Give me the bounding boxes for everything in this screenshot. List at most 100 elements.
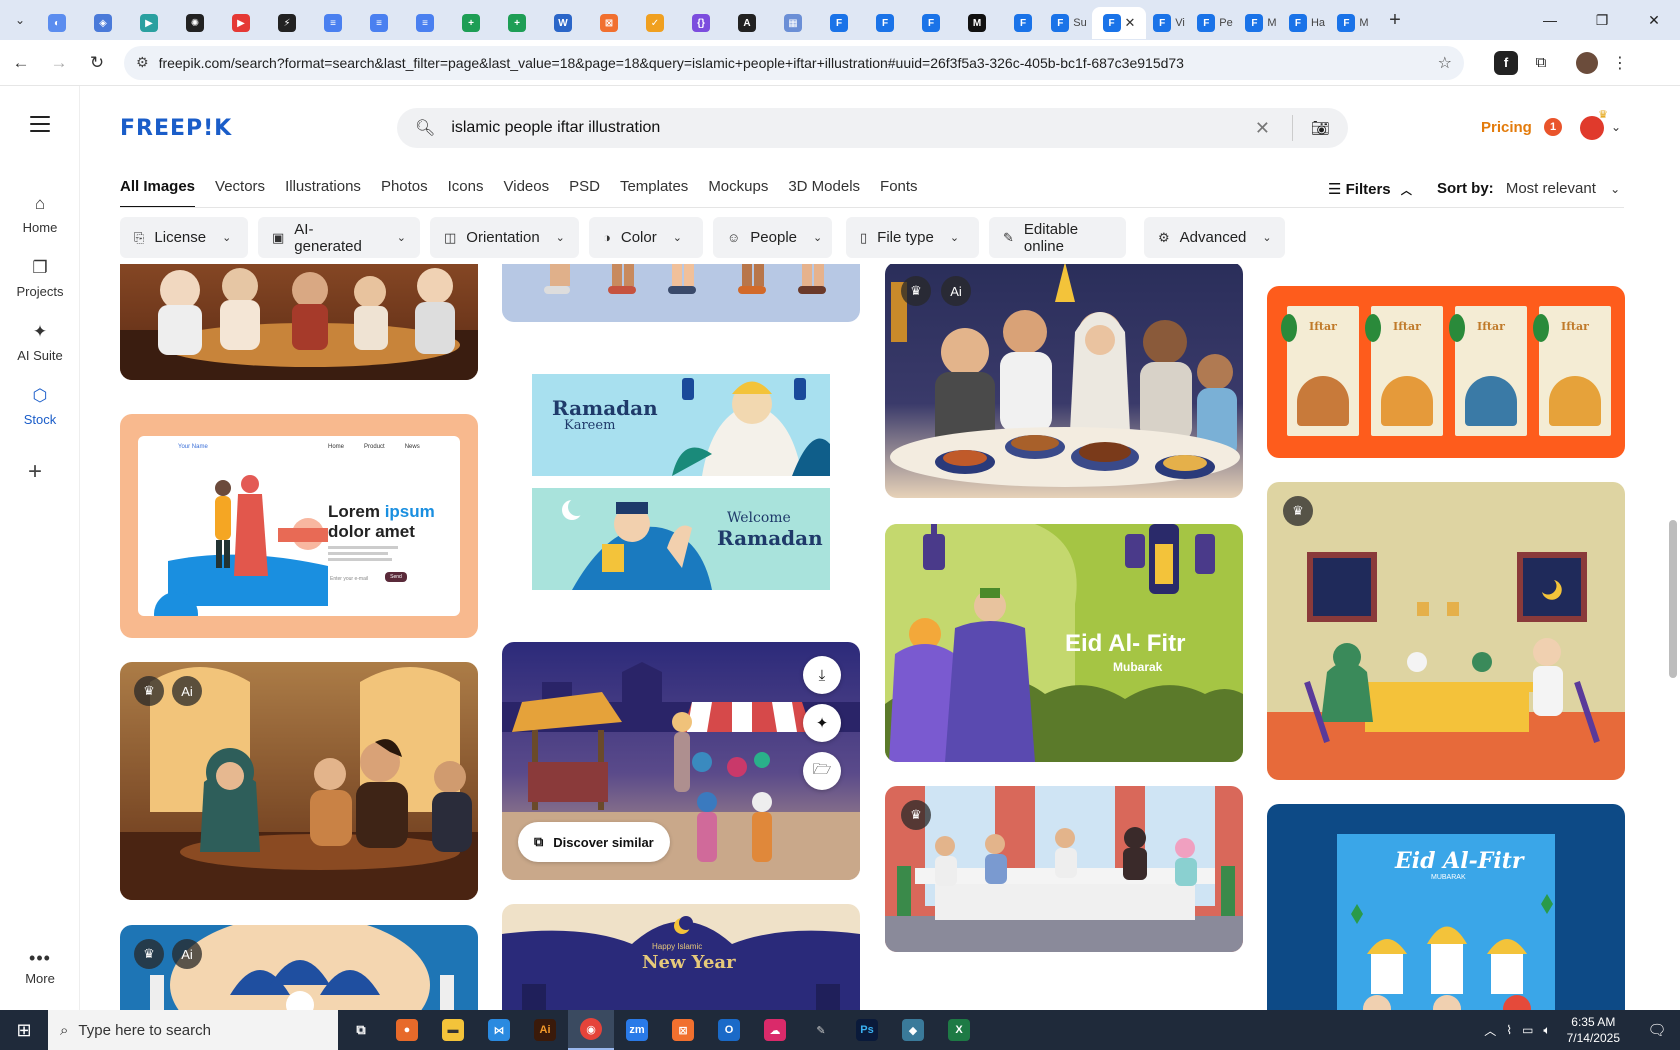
rail-item-stock[interactable]: ⬡ Stock [0,386,80,427]
freepik-logo[interactable]: FREEP!K [120,116,232,141]
tab-vectors[interactable]: Vectors [215,178,265,208]
result-card-people-feet[interactable] [502,264,860,322]
browser-tab[interactable]: ⚡ [264,7,310,39]
minimize-icon[interactable]: — [1524,0,1576,40]
download-icon[interactable]: ⤓ [803,656,841,694]
site-info-icon[interactable]: ⚙ [136,54,149,71]
tab-illustrations[interactable]: Illustrations [285,178,361,208]
camera-search-icon[interactable]: 📷︎ [1311,119,1330,137]
rail-item-ai-suite[interactable]: ✦ AI Suite [0,322,80,363]
browser-tab[interactable]: {} [678,7,724,39]
browser-menu-icon[interactable]: ⋮ [1612,53,1628,73]
result-card-family-feast-table[interactable]: ♛ [885,786,1243,952]
photoshop-icon[interactable]: Ps [844,1010,890,1050]
url-text[interactable]: freepik.com/search?format=search&last_fi… [159,55,1438,71]
browser-tab[interactable]: F [816,7,862,39]
tab-templates[interactable]: Templates [620,178,688,208]
zoom-icon[interactable]: zm [614,1010,660,1050]
tab-all-images[interactable]: All Images [120,178,196,208]
result-card-ramadan-kareem-banner[interactable]: Ramadan Kareem [532,374,830,476]
filters-toggle-button[interactable]: ☰ Filters ︿ [1328,180,1412,198]
app-grid-icon[interactable]: ⊠ [660,1010,706,1050]
notification-center-icon[interactable]: 🗨︎ [1642,1021,1672,1039]
user-avatar[interactable]: ♛ [1580,109,1608,140]
result-card-landing-page[interactable]: Your Name Home Product News Lorem ipsum do… [120,414,478,638]
app-diamond-icon[interactable]: ◆ [890,1010,936,1050]
clear-search-icon[interactable]: ✕ [1255,118,1270,139]
browser-tab[interactable]: + [448,7,494,39]
new-tab-button[interactable]: + [1380,9,1410,32]
browser-tab[interactable]: ≡ [310,7,356,39]
browser-profile-avatar[interactable] [1576,51,1598,74]
chrome-icon[interactable]: ◉ [568,1010,614,1050]
extension-f-icon[interactable]: f [1494,50,1518,75]
result-card-mosque-blue[interactable]: ♛ Ai [120,925,478,1010]
browser-tab[interactable]: ▶ [126,7,172,39]
close-window-icon[interactable]: ✕ [1628,0,1680,40]
filter-chip-advanced[interactable]: ⚙ Advanced ⌄ [1144,217,1285,258]
browser-tab[interactable]: ≡ [402,7,448,39]
restore-icon[interactable]: ❐ [1576,0,1628,40]
chevron-down-icon[interactable]: ⌄ [1611,120,1621,134]
result-card-iftar-posters[interactable]: Iftar Iftar Iftar Iftar [1267,286,1625,458]
browser-tab-pe[interactable]: F Pe [1192,7,1238,39]
close-tab-icon[interactable]: ✕ [1125,15,1136,31]
task-view-icon[interactable]: ⧉ [338,1010,384,1050]
tab-fonts[interactable]: Fonts [880,178,918,208]
browser-tab[interactable]: ✺ [172,7,218,39]
result-card-eid-al-fitr-blue[interactable]: Eid Al-Fitr MUBARAK [1267,804,1625,1010]
browser-tab[interactable]: ▶ [218,7,264,39]
chevron-up-icon[interactable]: ︿ [1484,1022,1496,1039]
search-input[interactable] [451,119,1255,137]
discover-similar-button[interactable]: ⧉ Discover similar [518,822,670,862]
result-card-night-market[interactable]: ⤓ ✦ 🗁︎ ⧉ Discover similar [502,642,860,880]
volume-icon[interactable]: 🔈︎ [1543,1023,1550,1038]
result-card-islamic-new-year[interactable]: Happy Islamic New Year [502,904,860,1010]
file-explorer-icon[interactable]: ▬ [430,1010,476,1050]
filter-chip-license[interactable]: ⎘ License ⌄ [120,217,248,258]
windows-start-icon[interactable]: ⊞ [0,1010,48,1050]
ai-edit-sparkle-icon[interactable]: ✦ [803,704,841,742]
scrollbar-thumb[interactable] [1669,520,1677,678]
network-icon[interactable]: ▭ [1522,1023,1533,1037]
notification-badge[interactable]: 1 [1544,118,1562,136]
back-arrow-icon[interactable]: ← [4,46,38,80]
wifi-icon[interactable]: ⌇ [1506,1023,1512,1037]
result-card-welcome-ramadan-banner[interactable]: Welcome Ramadan [532,488,830,590]
firefox-icon[interactable]: ● [384,1010,430,1050]
address-bar[interactable]: ⚙ freepik.com/search?format=search&last_… [124,45,1464,80]
pen-tool-icon[interactable]: ✎ [798,1010,844,1050]
taskbar-search-box[interactable]: ⌕ Type here to search [48,1010,338,1050]
filter-chip-orientation[interactable]: ◫ Orientation ⌄ [430,217,579,258]
result-card-family-iftar-home[interactable]: ♛ [1267,482,1625,780]
creative-cloud-icon[interactable]: ☁ [752,1010,798,1050]
taskbar-clock[interactable]: 6:35 AM 7/14/2025 [1567,1014,1620,1046]
save-to-folder-icon[interactable]: 🗁︎ [803,752,841,790]
browser-tab[interactable]: F [862,7,908,39]
browser-tab[interactable]: ◐ [34,7,80,39]
browser-tab[interactable]: ▦ [770,7,816,39]
result-card-iftar-dinner-group[interactable]: ♛ Ai [885,264,1243,498]
browser-tab-m2[interactable]: FM [1330,7,1376,39]
pricing-link[interactable]: Pricing [1481,119,1532,136]
browser-tab[interactable]: ◈ [80,7,126,39]
tab-videos[interactable]: Videos [504,178,550,208]
filter-chip-ai-generated[interactable]: ▣ AI-generated ⌄ [258,217,420,258]
tab-photos[interactable]: Photos [381,178,428,208]
hamburger-menu-icon[interactable] [30,116,50,137]
browser-tab-m[interactable]: FM [1238,7,1284,39]
browser-tab[interactable]: ⊠ [586,7,632,39]
vscode-icon[interactable]: ⋈ [476,1010,522,1050]
illustrator-icon[interactable]: Ai [522,1010,568,1050]
outlook-icon[interactable]: O [706,1010,752,1050]
filter-chip-file-type[interactable]: ▯ File type ⌄ [846,217,979,258]
bookmark-star-icon[interactable]: ☆ [1438,53,1452,73]
rail-item-more[interactable]: ••• More [0,948,80,986]
result-card-eid-al-fitr-green[interactable]: Eid Al- Fitr Mubarak [885,524,1243,762]
excel-icon[interactable]: X [936,1010,982,1050]
browser-tab-h[interactable]: F Ha [1284,7,1330,39]
rail-item-projects[interactable]: ❐ Projects [0,258,80,299]
tab-mockups[interactable]: Mockups [708,178,768,208]
sort-dropdown[interactable]: Sort by: Most relevant ⌄ [1437,180,1620,197]
browser-tab[interactable]: A [724,7,770,39]
